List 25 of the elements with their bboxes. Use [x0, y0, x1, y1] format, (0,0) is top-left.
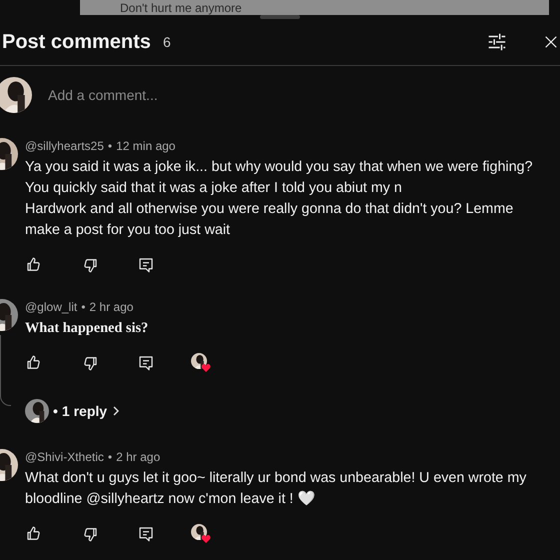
- replies-link[interactable]: 1 reply: [62, 403, 108, 419]
- comment-field[interactable]: Add a comment...: [48, 87, 348, 103]
- separator-dot: •: [81, 299, 86, 315]
- separator-dot: •: [108, 138, 112, 154]
- author-name[interactable]: @Shivi-Xthetic: [25, 449, 104, 465]
- comment-text: What happened sis?: [25, 319, 150, 338]
- separator-dot: •: [108, 449, 112, 465]
- reply-icon[interactable]: [137, 354, 155, 372]
- comment-text: What don't u guys let it goo~ literally ur bond was unbearable! U even wrote my bloodline @sillyheartz now c'mon leave it ! 🤍: [25, 469, 528, 509]
- preview-text: Don't hurt me anymore: [120, 0, 242, 14]
- chevron-icon[interactable]: [112, 405, 120, 417]
- panel-title: Post comments: [2, 30, 151, 54]
- author-name[interactable]: @sillyhearts25: [25, 138, 104, 154]
- reply-icon[interactable]: [137, 256, 155, 274]
- thread-line: [0, 335, 11, 406]
- reply-icon[interactable]: [137, 525, 155, 543]
- author-name[interactable]: @glow_lit: [25, 299, 78, 315]
- comment-text: Ya you said it was a joke ik... but why would you say that when we were fighing? You quickly said that it was a joke after I told you abiut my n Hardwork and all otherwise you were really gonna do that didn't you? Lemme make a post for you too just wait: [25, 158, 534, 240]
- comment-count: 6: [162, 34, 171, 50]
- timestamp: 12 min ago: [116, 138, 176, 154]
- timestamp: 2 hr ago: [116, 449, 160, 465]
- drag-handle[interactable]: [260, 15, 300, 19]
- filter-icon[interactable]: [486, 31, 508, 53]
- separator-dot: •: [53, 403, 58, 419]
- timestamp: 2 hr ago: [89, 299, 134, 315]
